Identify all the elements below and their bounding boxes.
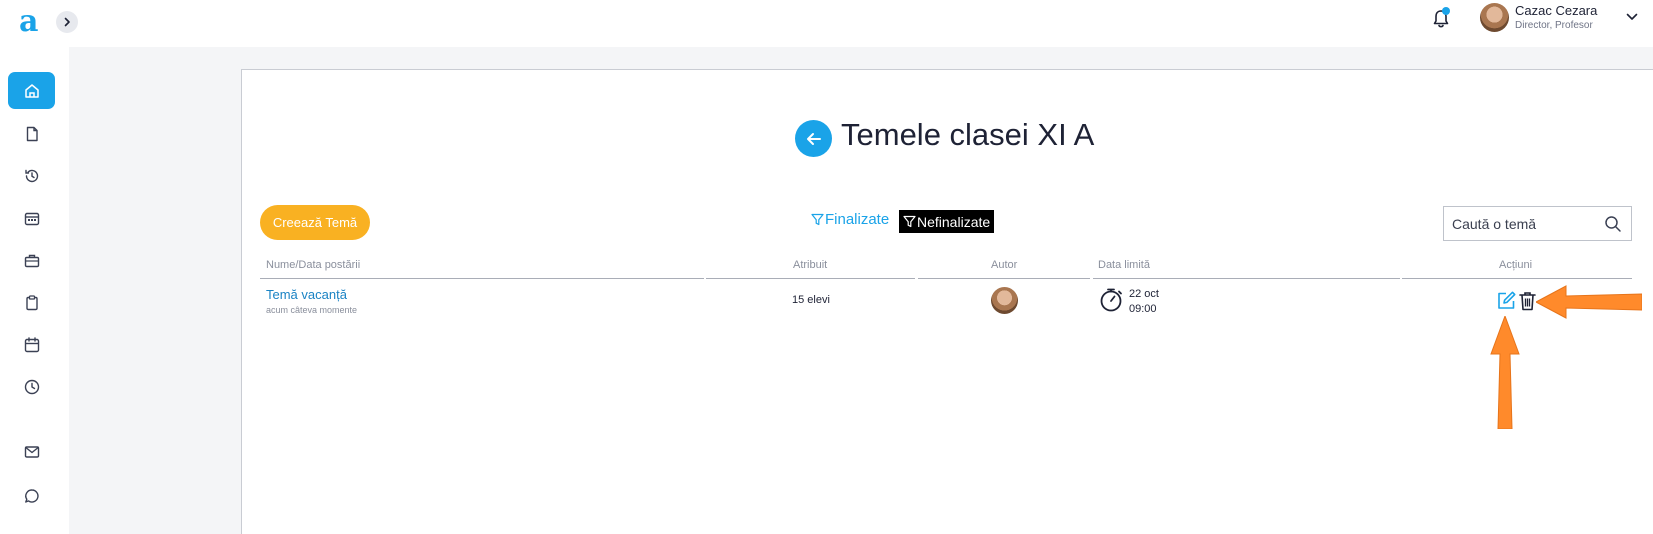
author-avatar xyxy=(991,287,1018,314)
history-icon xyxy=(24,169,38,182)
document-icon xyxy=(26,126,38,141)
sidebar-item-home[interactable] xyxy=(8,72,55,109)
delete-icon[interactable] xyxy=(1517,290,1538,312)
search-icon[interactable] xyxy=(1604,215,1622,233)
filter-icon xyxy=(811,213,824,226)
sidebar-item-documents[interactable] xyxy=(8,115,55,152)
sidebar-item-timetable[interactable] xyxy=(8,368,55,405)
user-role: Director, Profesor xyxy=(1515,20,1593,31)
expand-sidebar-button[interactable] xyxy=(56,11,78,33)
create-homework-button[interactable]: Creează Temă xyxy=(260,205,370,240)
briefcase-icon xyxy=(24,254,39,267)
chat-icon xyxy=(24,488,39,503)
filter-finalized[interactable]: Finalizate xyxy=(811,211,889,228)
notification-dot xyxy=(1442,7,1450,15)
mail-icon xyxy=(24,445,39,458)
clipboard-icon xyxy=(25,294,38,310)
calendar-card-icon xyxy=(24,212,39,225)
header-divider xyxy=(1402,278,1632,279)
home-icon xyxy=(24,83,39,98)
filter-icon xyxy=(903,215,916,228)
annotation-arrow-up xyxy=(1490,316,1520,429)
header-divider xyxy=(918,278,1090,279)
filter-unfinalized-label: Nefinalizate xyxy=(917,213,991,230)
column-header-author: Autor xyxy=(991,259,1018,271)
column-header-due-date: Data limită xyxy=(1098,259,1150,271)
user-avatar[interactable] xyxy=(1480,3,1509,32)
arrow-left-icon xyxy=(806,132,821,145)
sidebar-item-chat[interactable] xyxy=(8,477,55,514)
column-header-assigned: Atribuit xyxy=(793,259,828,271)
top-bar: a Cazac Cezara Director, Profesor xyxy=(0,0,1653,47)
due-date: 22 oct 09:00 xyxy=(1129,287,1159,317)
header-divider xyxy=(1093,278,1400,279)
due-time: 09:00 xyxy=(1129,303,1157,315)
chevron-down-icon[interactable] xyxy=(1625,10,1639,24)
sidebar-item-portfolio[interactable] xyxy=(8,242,55,279)
column-header-actions: Acțiuni xyxy=(1499,259,1533,271)
back-button[interactable] xyxy=(795,120,832,157)
header-divider xyxy=(260,278,704,279)
due-day: 22 oct xyxy=(1129,288,1159,300)
sidebar xyxy=(0,47,69,534)
sidebar-item-calendar[interactable] xyxy=(8,326,55,363)
header-divider xyxy=(706,278,915,279)
filter-finalized-label: Finalizate xyxy=(825,211,890,228)
calendar-icon xyxy=(24,336,39,352)
sidebar-item-schedule[interactable] xyxy=(8,200,55,237)
filter-unfinalized[interactable]: Nefinalizate xyxy=(899,210,995,233)
search-box xyxy=(1443,206,1632,241)
search-input[interactable] xyxy=(1452,214,1592,234)
column-header-name: Nume/Data postării xyxy=(266,259,361,271)
chevron-right-icon xyxy=(64,17,70,27)
user-name[interactable]: Cazac Cezara xyxy=(1515,3,1597,18)
annotation-arrow-left xyxy=(1536,285,1642,319)
stopwatch-icon xyxy=(1100,288,1122,312)
homework-assigned-count: 15 elevi xyxy=(792,294,830,306)
sidebar-item-mail[interactable] xyxy=(8,433,55,470)
sidebar-item-assignments[interactable] xyxy=(8,284,55,321)
edit-icon[interactable] xyxy=(1495,290,1517,312)
app-logo[interactable]: a xyxy=(19,6,38,38)
sidebar-item-history[interactable] xyxy=(8,157,55,194)
clock-icon xyxy=(24,379,39,394)
homework-name-link[interactable]: Temă vacanță xyxy=(266,287,347,302)
homework-posted-date: acum câteva momente xyxy=(266,305,358,315)
page-title: Temele clasei XI A xyxy=(841,117,1095,152)
